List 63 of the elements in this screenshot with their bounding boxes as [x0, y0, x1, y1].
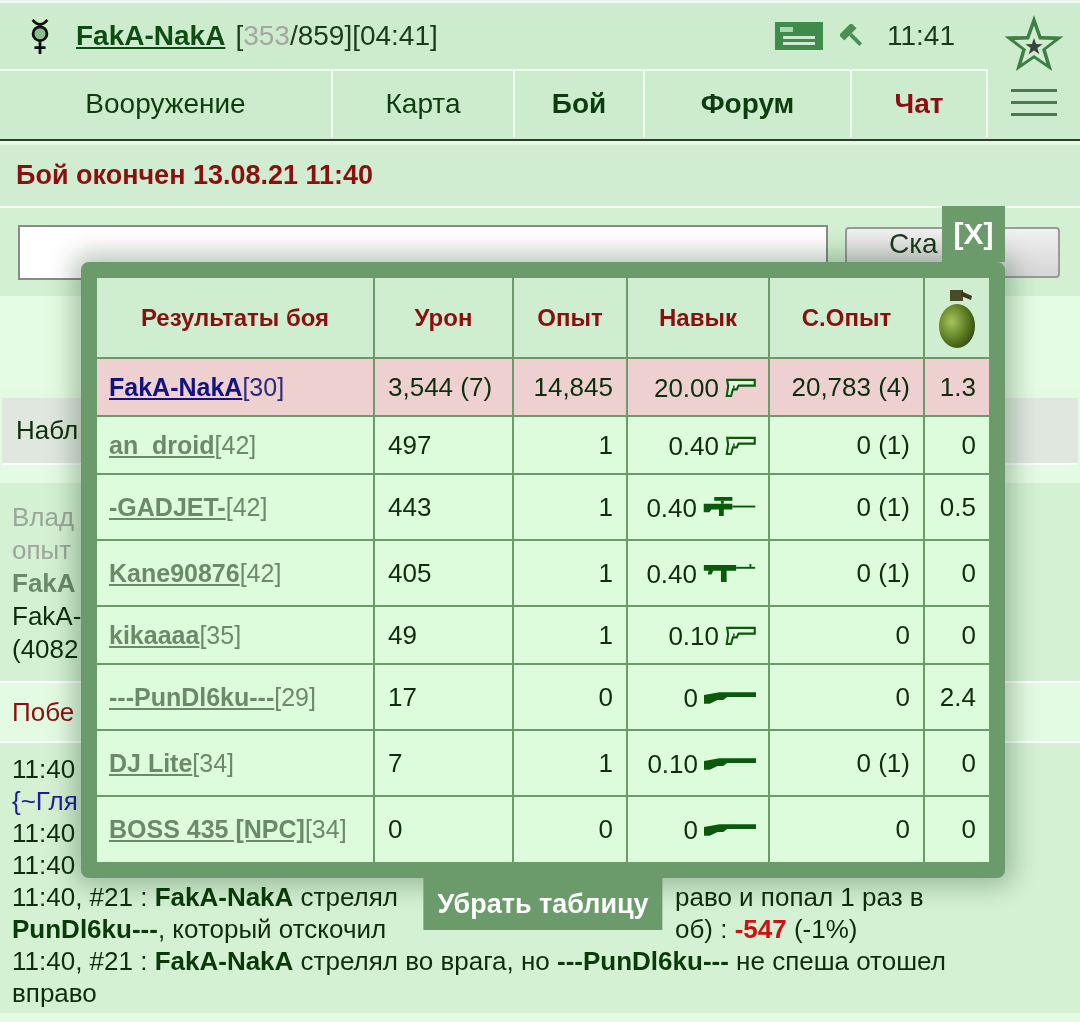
- log-line: 11:40: [12, 849, 76, 881]
- player-link[interactable]: DJ Lite: [109, 748, 193, 777]
- skill-value: 0.40: [668, 430, 719, 461]
- info-line: FakA: [12, 567, 76, 600]
- skill-value: 20.00: [653, 372, 719, 403]
- player-stats: [353/859][04:41]: [235, 20, 438, 52]
- result-label: Побе: [12, 696, 75, 728]
- log-line: {~Гля: [12, 785, 78, 817]
- pistol-icon: [725, 378, 756, 398]
- nav-tab[interactable]: Карта: [333, 71, 515, 137]
- info-line: FakA-: [12, 600, 82, 633]
- info-line: (4082: [12, 633, 79, 666]
- hammer-icon[interactable]: [840, 23, 865, 49]
- grenade-value: 0: [924, 796, 989, 862]
- player-rank: [34]: [192, 748, 235, 777]
- log-line-fragment: PunDl6ku---, который отскочил: [12, 913, 387, 945]
- player-link[interactable]: an_droid: [109, 430, 215, 459]
- skill-value: 0.40: [646, 558, 697, 589]
- skill-value: 0: [683, 682, 698, 713]
- log-line: вправо: [12, 977, 97, 1009]
- skill-value: 0.40: [646, 492, 697, 523]
- player-rank: [42]: [214, 430, 257, 459]
- player-rank: [29]: [274, 682, 316, 711]
- close-button[interactable]: [X]: [942, 206, 1005, 262]
- player-rank: [42]: [239, 558, 282, 587]
- player-link[interactable]: -GADJET-: [109, 492, 226, 521]
- log-line-fragment: раво и попал 1 раз в: [675, 881, 924, 913]
- player-link[interactable]: Kane90876: [109, 558, 240, 587]
- shotgun-icon: [704, 823, 756, 838]
- battle-title: Бой окончен 13.08.21 11:40: [16, 160, 374, 191]
- pistol-icon: [725, 626, 756, 646]
- player-rank: [35]: [199, 620, 242, 649]
- shotgun-icon: [704, 690, 756, 705]
- skill-value: 0.10: [647, 748, 698, 779]
- submachine-gun-icon: [703, 564, 756, 584]
- player-rank: [30]: [242, 372, 285, 401]
- skill-value: 0.10: [668, 620, 719, 651]
- nav-tab[interactable]: Бой: [515, 71, 645, 137]
- info-line: Влад: [12, 501, 75, 534]
- menu-icon[interactable]: [1011, 89, 1057, 116]
- clock-time: 11:41: [887, 20, 955, 52]
- log-line-fragment: 11:40, #21 : FakA-NakA стрелял: [12, 881, 398, 913]
- log-line: 11:40, #21 : FakA-NakA стрелял во врага, но ---PunDl6ku--- не спеша отошел: [12, 945, 946, 977]
- log-line: 11:40: [12, 753, 76, 785]
- hide-table-button[interactable]: Убрать таблицу: [423, 878, 663, 930]
- player-rank: [34]: [304, 815, 347, 843]
- envelope-icon[interactable]: [775, 22, 823, 50]
- log-line: 11:40: [12, 817, 76, 849]
- user-link[interactable]: FakA-NakA: [76, 20, 226, 52]
- skill-value: 0: [683, 814, 698, 845]
- scoped-rifle-icon: [703, 497, 756, 519]
- pistol-icon: [725, 436, 756, 456]
- log-line-fragment: об) : -547 (-1%): [675, 913, 858, 945]
- player-rank: [42]: [225, 492, 268, 521]
- nav-tab[interactable]: Чат: [852, 71, 988, 137]
- player-link[interactable]: kikaaaa: [109, 620, 200, 649]
- player-link[interactable]: ---PunDl6ku---: [109, 682, 275, 711]
- nav-tab[interactable]: Форум: [645, 71, 852, 137]
- shotgun-icon: [704, 756, 756, 771]
- nav-tab[interactable]: Вооружение: [0, 71, 333, 137]
- player-link[interactable]: BOSS 435 [NPC]: [109, 815, 305, 843]
- info-line: опыт: [12, 534, 72, 567]
- watch-label: Набл: [16, 415, 79, 446]
